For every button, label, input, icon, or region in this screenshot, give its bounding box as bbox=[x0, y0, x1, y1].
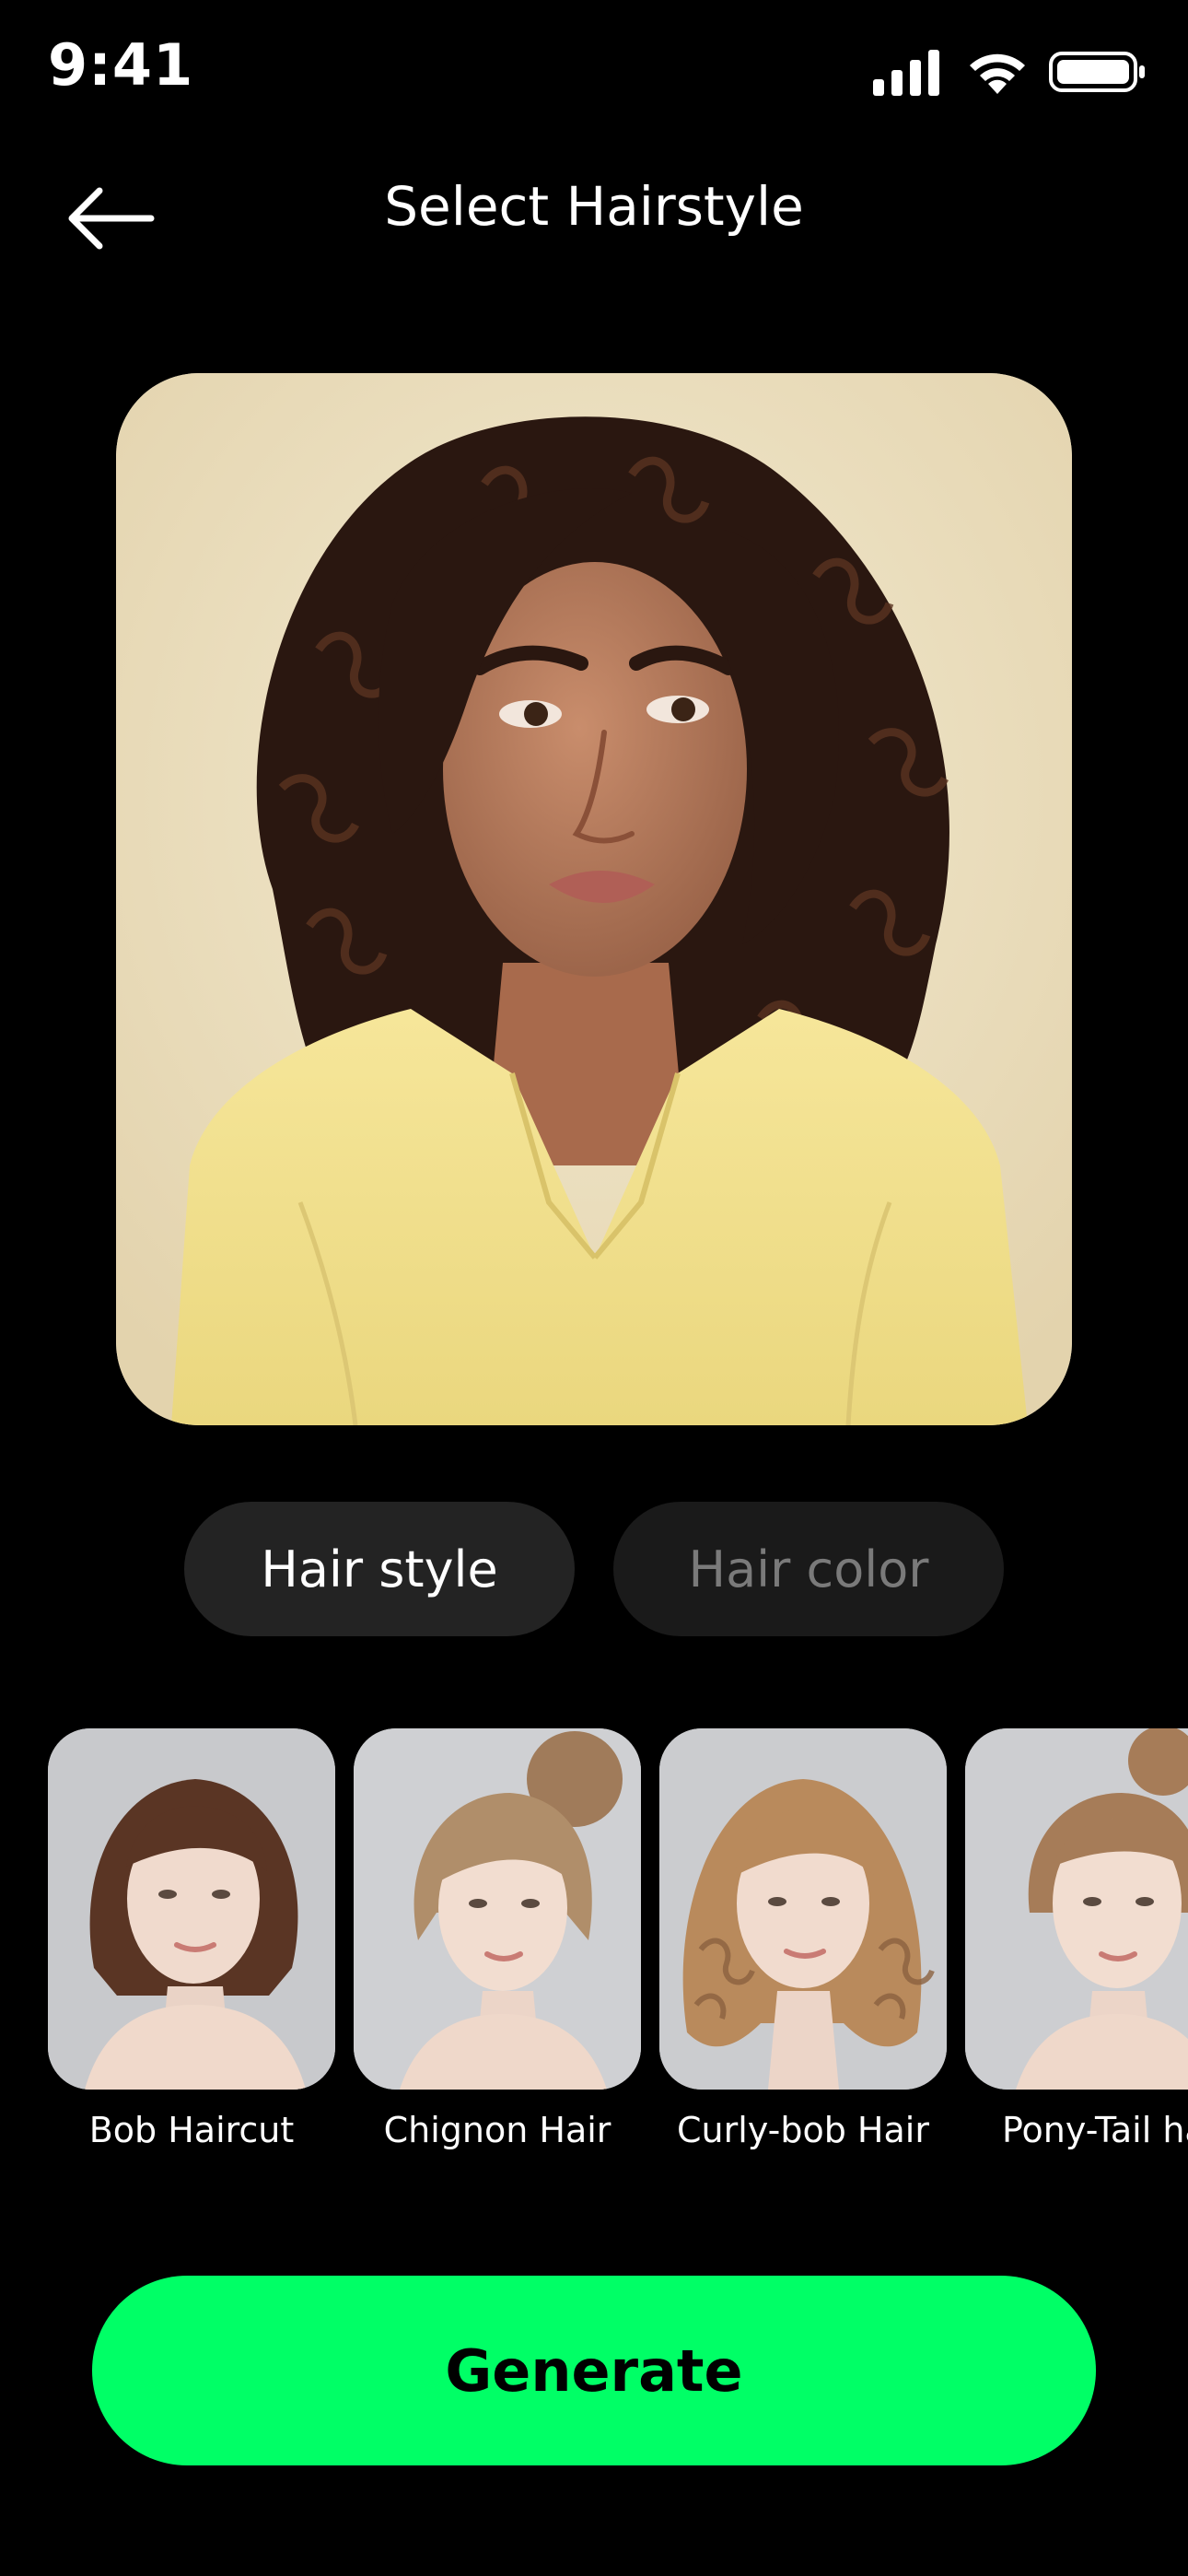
hairstyle-option-chignon[interactable]: Chignon Hair bbox=[354, 1728, 641, 2150]
battery-icon bbox=[1049, 52, 1145, 92]
hairstyle-option-pony-tail[interactable]: Pony-Tail ha bbox=[965, 1728, 1188, 2150]
hairstyle-label: Pony-Tail ha bbox=[1002, 2110, 1188, 2150]
hairstyle-label: Bob Haircut bbox=[88, 2110, 295, 2150]
hairstyle-thumbnail bbox=[48, 1728, 335, 2090]
hairstyle-thumbnail bbox=[354, 1728, 641, 2090]
hairstyle-thumbnail bbox=[659, 1728, 947, 2090]
wifi-icon bbox=[970, 53, 1025, 94]
hairstyle-thumbnail bbox=[965, 1728, 1188, 2090]
portrait-photo bbox=[116, 373, 1072, 1425]
signal-icon bbox=[873, 50, 939, 96]
status-time: 9:41 bbox=[48, 31, 194, 99]
tab-hair-style[interactable]: Hair style bbox=[184, 1502, 575, 1636]
hairstyle-option-bob[interactable]: Bob Haircut bbox=[48, 1728, 335, 2150]
hairstyle-carousel[interactable]: Bob Haircut Chignon Hair Curly-bob Hair … bbox=[0, 1728, 1188, 2161]
page-title: Select Hairstyle bbox=[384, 175, 804, 238]
tab-hair-color[interactable]: Hair color bbox=[613, 1502, 1004, 1636]
hairstyle-label: Curly-bob Hair bbox=[677, 2110, 929, 2150]
hairstyle-label: Chignon Hair bbox=[383, 2110, 611, 2150]
hairstyle-option-curly-bob[interactable]: Curly-bob Hair bbox=[659, 1728, 947, 2150]
status-icons bbox=[873, 48, 1149, 98]
generate-button[interactable]: Generate bbox=[92, 2276, 1096, 2465]
